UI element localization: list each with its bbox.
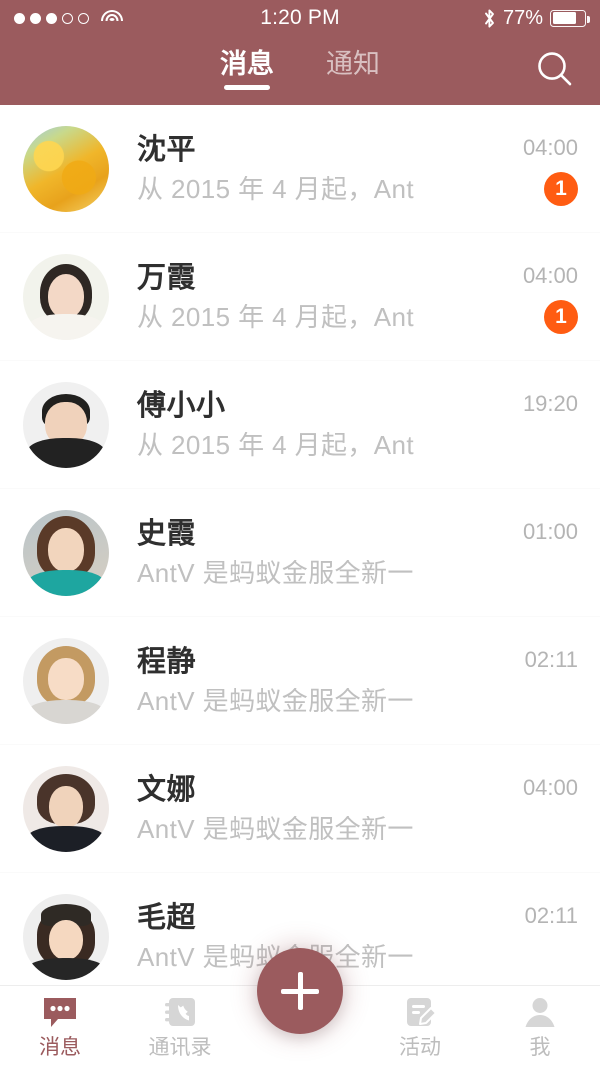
tab-bar-item-contacts[interactable]: 通讯录	[120, 996, 240, 1058]
table-row[interactable]: 傅小小 从 2015 年 4 月起，Ant 19:20	[0, 361, 600, 489]
contact-name: 程静	[137, 646, 197, 678]
contact-name: 傅小小	[137, 390, 226, 422]
row-text: 程静 AntV 是蚂蚁金服全新一	[137, 646, 482, 715]
avatar	[23, 254, 109, 340]
row-meta: 02:11	[482, 894, 578, 980]
tab-notifications[interactable]: 通知	[322, 40, 384, 93]
message-preview: AntV 是蚂蚁金服全新一	[137, 816, 414, 842]
row-text: 万霞 从 2015 年 4 月起，Ant	[137, 262, 482, 331]
message-preview: AntV 是蚂蚁金服全新一	[137, 560, 414, 586]
row-text: 文娜 AntV 是蚂蚁金服全新一	[137, 774, 482, 843]
contacts-icon	[161, 996, 199, 1030]
tab-bar-label-profile: 我	[529, 1035, 551, 1059]
message-time: 19:20	[522, 390, 578, 416]
message-time: 04:00	[522, 262, 578, 288]
tab-bar-label-messages: 消息	[39, 1035, 81, 1059]
table-row[interactable]: 沈平 从 2015 年 4 月起，Ant 04:00 1	[0, 105, 600, 233]
contact-name: 沈平	[137, 134, 197, 166]
status-bar-right: 77%	[483, 6, 590, 30]
unread-badge: 1	[544, 171, 578, 206]
phone-screen: 1:20 PM 77% 消息 通知 沈平 从 2015 年 4 月起，Ant 0…	[0, 0, 600, 1067]
row-meta: 04:00 1	[482, 254, 578, 340]
tab-active-indicator	[224, 85, 270, 90]
bluetooth-icon	[483, 8, 496, 29]
message-time: 04:00	[522, 134, 578, 160]
table-row[interactable]: 文娜 AntV 是蚂蚁金服全新一 04:00	[0, 745, 600, 873]
message-time: 04:00	[522, 774, 578, 800]
unread-badge: 1	[544, 299, 578, 334]
contact-name: 史霞	[137, 518, 197, 550]
message-time: 02:11	[524, 902, 578, 928]
tab-bar-label-contacts: 通讯录	[148, 1035, 212, 1059]
tab-bar-item-profile[interactable]: 我	[480, 996, 600, 1058]
status-bar-left	[14, 10, 123, 26]
row-meta: 19:20	[482, 382, 578, 468]
table-row[interactable]: 史霞 AntV 是蚂蚁金服全新一 01:00	[0, 489, 600, 617]
compose-fab-button[interactable]	[257, 948, 343, 1034]
tab-messages[interactable]: 消息	[216, 40, 278, 93]
tab-bar-item-messages[interactable]: 消息	[0, 996, 120, 1058]
signal-dots-icon	[14, 12, 89, 24]
message-preview: 从 2015 年 4 月起，Ant	[137, 432, 415, 458]
row-text: 傅小小 从 2015 年 4 月起，Ant	[137, 390, 482, 459]
table-row[interactable]: 万霞 从 2015 年 4 月起，Ant 04:00 1	[0, 233, 600, 361]
tab-messages-label: 消息	[220, 49, 274, 79]
app-header: 消息 通知	[0, 36, 600, 105]
status-bar: 1:20 PM 77%	[0, 0, 600, 36]
avatar	[23, 766, 109, 852]
tab-bar-item-activity[interactable]: 活动	[360, 996, 480, 1058]
message-preview: AntV 是蚂蚁金服全新一	[137, 688, 414, 714]
header-tabs: 消息 通知	[216, 36, 384, 93]
conversation-list[interactable]: 沈平 从 2015 年 4 月起，Ant 04:00 1 万霞 从 2015 年…	[0, 105, 600, 985]
tab-bar-label-activity: 活动	[399, 1035, 441, 1059]
row-text: 沈平 从 2015 年 4 月起，Ant	[137, 134, 482, 203]
avatar	[23, 126, 109, 212]
message-preview: 从 2015 年 4 月起，Ant	[137, 176, 415, 202]
chat-bubble-icon	[41, 996, 79, 1030]
wifi-icon	[101, 10, 123, 26]
plus-icon-vertical	[297, 972, 303, 1010]
person-icon	[521, 996, 559, 1030]
avatar	[23, 382, 109, 468]
row-meta: 04:00 1	[482, 126, 578, 212]
battery-percent-label: 77%	[502, 6, 543, 29]
battery-icon	[550, 9, 590, 27]
contact-name: 毛超	[137, 902, 197, 934]
tab-notifications-label: 通知	[326, 49, 380, 79]
note-pencil-icon	[401, 996, 439, 1030]
search-icon[interactable]	[532, 47, 578, 93]
contact-name: 万霞	[137, 262, 197, 294]
message-time: 02:11	[524, 646, 578, 672]
row-meta: 04:00	[482, 766, 578, 852]
message-preview: 从 2015 年 4 月起，Ant	[137, 304, 415, 330]
avatar	[23, 510, 109, 596]
row-meta: 01:00	[482, 510, 578, 596]
row-text: 史霞 AntV 是蚂蚁金服全新一	[137, 518, 482, 587]
table-row[interactable]: 程静 AntV 是蚂蚁金服全新一 02:11	[0, 617, 600, 745]
row-meta: 02:11	[482, 638, 578, 724]
message-time: 01:00	[522, 518, 578, 544]
contact-name: 文娜	[137, 774, 197, 806]
avatar	[23, 894, 109, 980]
avatar	[23, 638, 109, 724]
